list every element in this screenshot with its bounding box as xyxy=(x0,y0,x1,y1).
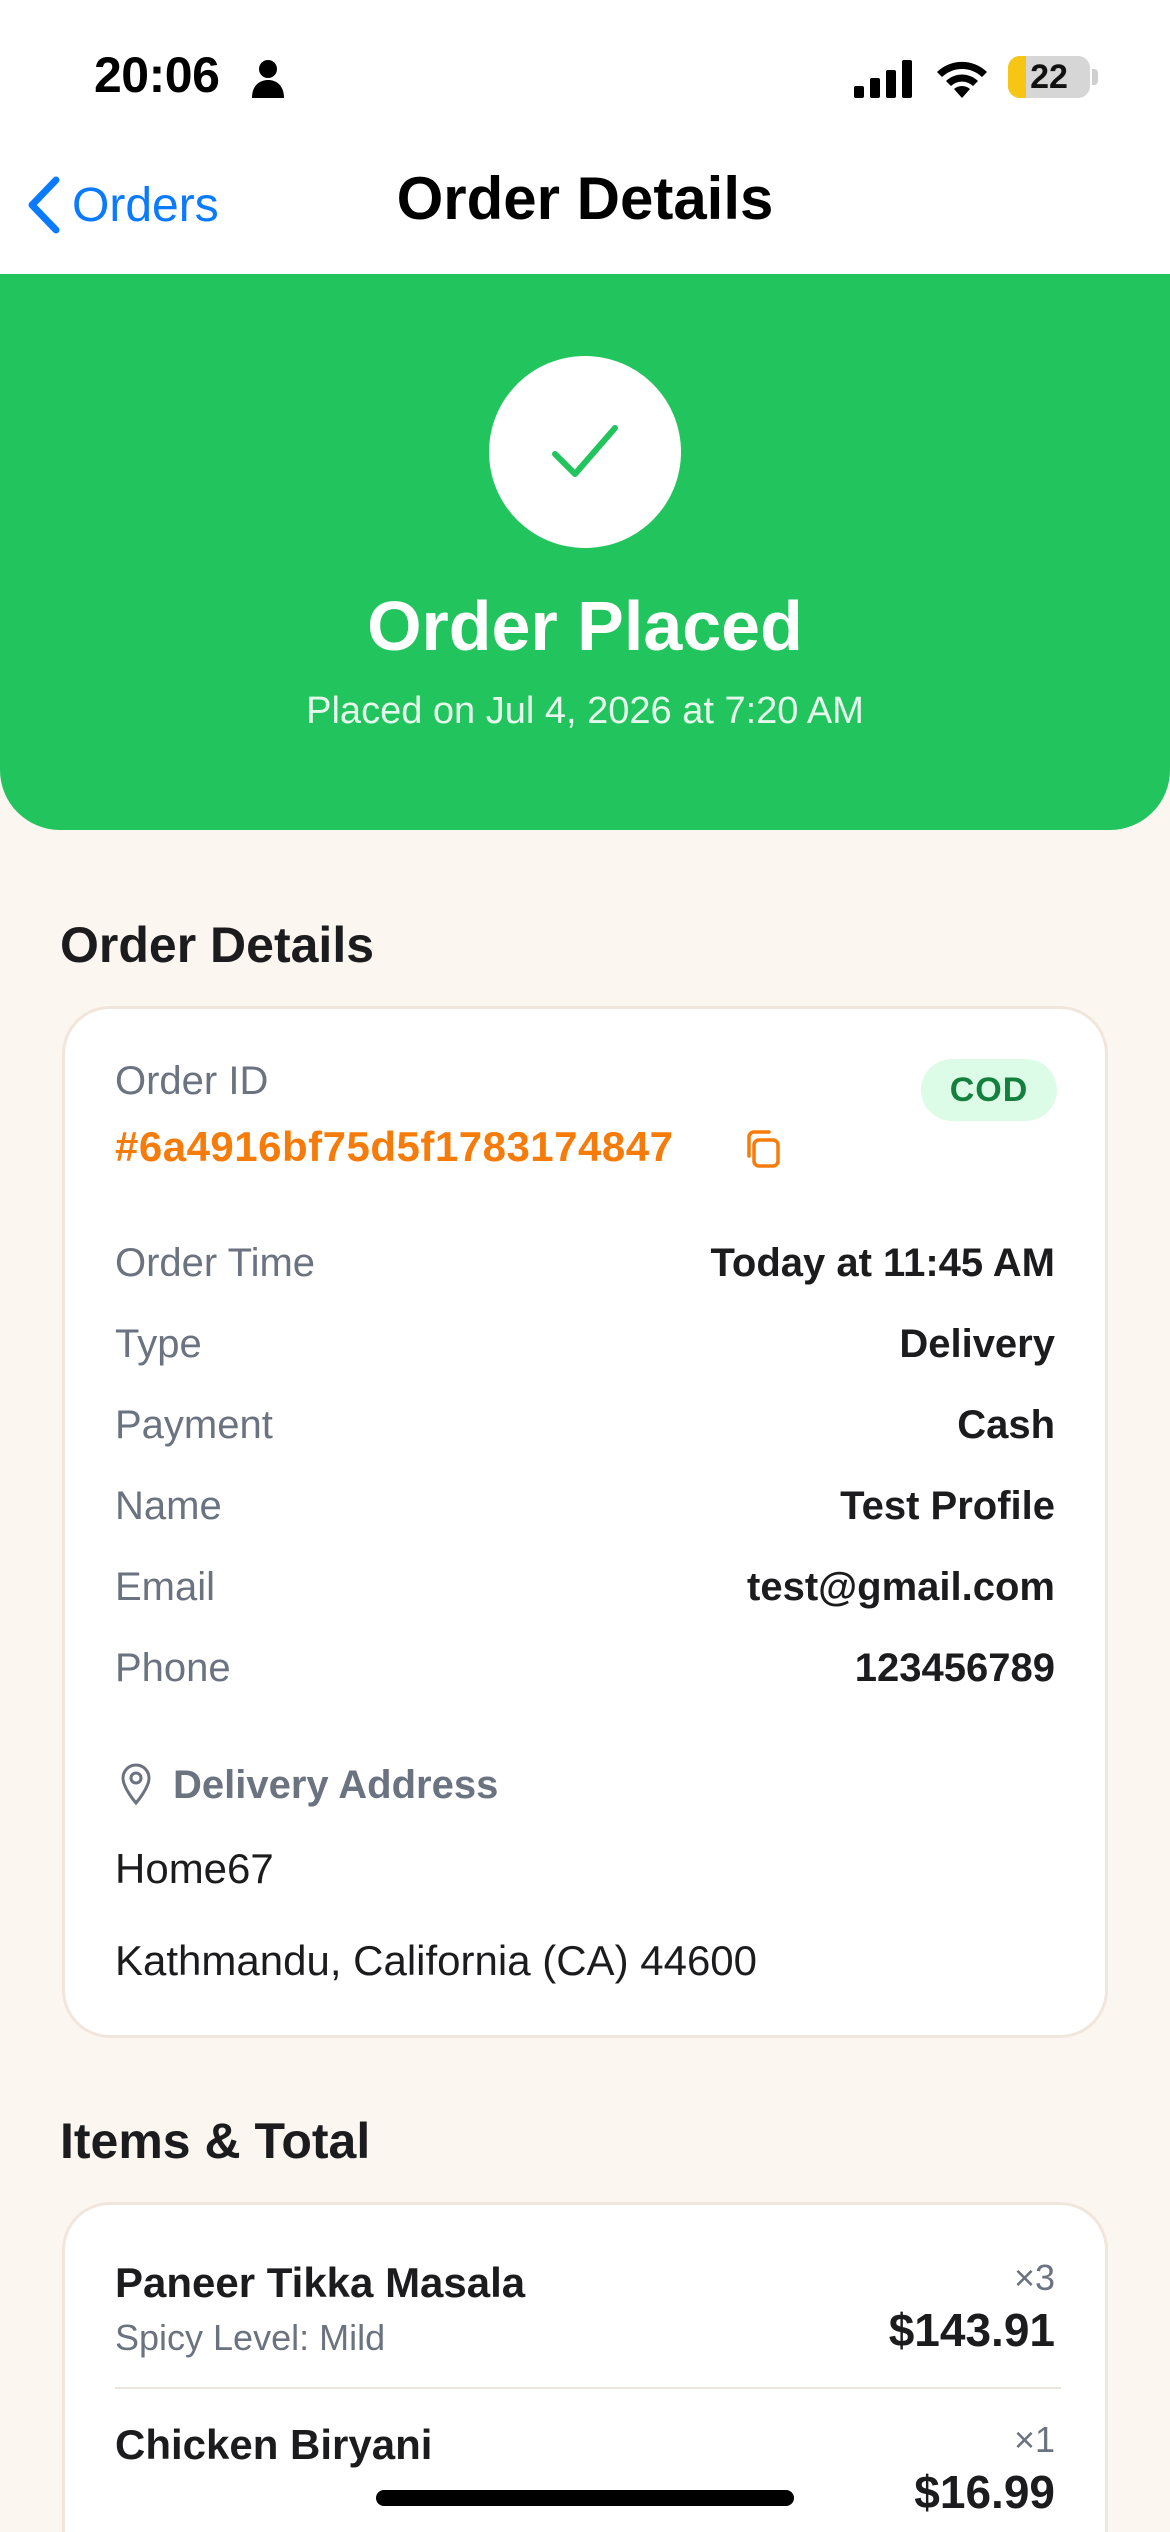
cellular-signal-icon xyxy=(854,60,912,98)
order-placed-date: Placed on Jul 4, 2026 at 7:20 AM xyxy=(306,690,864,732)
item-price: $143.91 xyxy=(888,2304,1055,2356)
order-details-heading: Order Details xyxy=(60,917,375,973)
item-name: Paneer Tikka Masala xyxy=(115,2259,526,2306)
phone-label: Phone xyxy=(115,1646,231,1690)
copy-icon[interactable] xyxy=(741,1127,783,1169)
chevron-left-icon xyxy=(28,176,60,234)
person-icon xyxy=(252,60,284,98)
battery-cap xyxy=(1092,69,1098,85)
items-card: Paneer Tikka Masala Spicy Level: Mild ×3… xyxy=(62,2202,1108,2532)
delivery-address-heading: Delivery Address xyxy=(173,1763,499,1807)
success-badge xyxy=(489,356,681,548)
navigation-bar: Order Details Orders xyxy=(0,150,1170,274)
checkmark-icon xyxy=(552,425,618,477)
email-value: test@gmail.com xyxy=(747,1565,1055,1609)
email-label: Email xyxy=(115,1565,216,1609)
address-line-2: Kathmandu, California (CA) 44600 xyxy=(115,1937,758,1984)
battery-icon: 22 xyxy=(1008,56,1090,98)
item-quantity: ×1 xyxy=(1013,2419,1055,2460)
type-value: Delivery xyxy=(899,1322,1055,1366)
order-time-value: Today at 11:45 AM xyxy=(710,1241,1055,1285)
phone-value: 123456789 xyxy=(854,1646,1055,1690)
type-label: Type xyxy=(115,1322,202,1366)
name-value: Test Profile xyxy=(840,1484,1055,1528)
item-option: Spicy Level: Mild xyxy=(115,2317,386,2358)
order-status-title: Order Placed xyxy=(367,587,803,665)
back-button[interactable]: Orders xyxy=(24,174,219,236)
payment-label: Payment xyxy=(115,1403,273,1447)
order-status-banner: Order Placed Placed on Jul 4, 2026 at 7:… xyxy=(0,274,1170,830)
back-label: Orders xyxy=(72,178,219,232)
item-divider xyxy=(115,2387,1061,2389)
order-id-value: #6a4916bf75d5f1783174847 xyxy=(115,1123,674,1170)
order-details-card: Order ID #6a4916bf75d5f1783174847 COD Or… xyxy=(62,1006,1108,2038)
order-id-label: Order ID xyxy=(115,1059,269,1103)
address-line-1: Home67 xyxy=(115,1845,274,1892)
status-bar: 20:06 22 xyxy=(0,0,1170,150)
home-indicator xyxy=(376,2490,794,2506)
battery-level: 22 xyxy=(1030,57,1068,96)
status-time: 20:06 xyxy=(94,47,220,103)
order-time-label: Order Time xyxy=(115,1241,316,1285)
item-name: Chicken Biryani xyxy=(115,2421,433,2468)
item-quantity: ×3 xyxy=(1013,2257,1055,2298)
name-label: Name xyxy=(115,1484,222,1528)
payment-value: Cash xyxy=(957,1403,1055,1447)
items-total-heading: Items & Total xyxy=(60,2113,371,2169)
item-price: $16.99 xyxy=(914,2466,1055,2518)
payment-badge: COD xyxy=(921,1059,1057,1121)
location-pin-icon xyxy=(121,1763,151,1805)
wifi-icon xyxy=(937,61,987,98)
